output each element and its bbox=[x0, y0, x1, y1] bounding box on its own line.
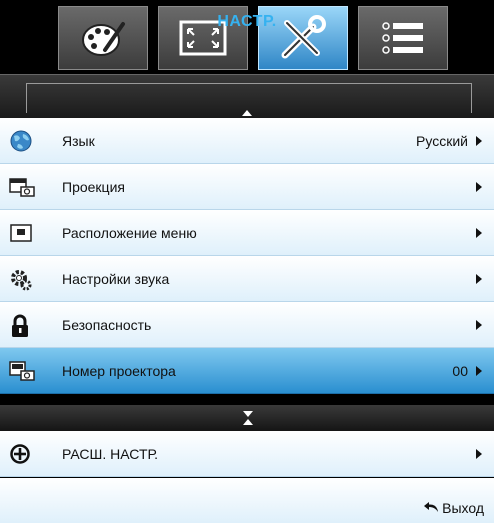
menu-item-value: Русский bbox=[416, 132, 468, 149]
menu-footer: Выход bbox=[0, 478, 494, 523]
lock-icon bbox=[9, 314, 33, 337]
menu-item-language[interactable]: Язык Русский bbox=[0, 118, 494, 164]
scroll-indicator[interactable] bbox=[0, 405, 494, 431]
scroll-up-icon bbox=[242, 110, 252, 116]
chevron-right-icon bbox=[476, 448, 482, 459]
menu-item-security[interactable]: Безопасность bbox=[0, 302, 494, 348]
scroll-up-icon bbox=[243, 419, 253, 425]
scroll-down-icon bbox=[243, 411, 253, 417]
menu-location-icon bbox=[9, 222, 33, 244]
menu-item-label: Расположение меню bbox=[62, 224, 197, 241]
menu-item-audio-settings[interactable]: Настройки звука bbox=[0, 256, 494, 302]
tab-bar bbox=[0, 0, 494, 74]
chevron-right-icon bbox=[476, 365, 482, 376]
menu-item-label: Проекция bbox=[62, 178, 125, 195]
menu-item-value: 00 bbox=[452, 362, 468, 379]
globe-icon bbox=[9, 130, 33, 152]
advanced-section: РАСШ. НАСТР. bbox=[0, 431, 494, 477]
menu-item-label: Язык bbox=[62, 132, 95, 149]
menu-item-label: Безопасность bbox=[62, 316, 152, 333]
page-title: НАСТР. bbox=[217, 13, 277, 30]
settings-menu: Язык Русский Проекция Расположение меню bbox=[0, 118, 494, 394]
menu-item-label: РАСШ. НАСТР. bbox=[62, 445, 159, 462]
chevron-right-icon bbox=[476, 181, 482, 192]
chevron-right-icon bbox=[476, 227, 482, 238]
menu-item-label: Настройки звука bbox=[62, 270, 170, 287]
chevron-right-icon bbox=[476, 319, 482, 330]
menu-item-projection[interactable]: Проекция bbox=[0, 164, 494, 210]
header-frame bbox=[26, 83, 472, 113]
chevron-right-icon bbox=[476, 273, 482, 284]
menu-item-menu-location[interactable]: Расположение меню bbox=[0, 210, 494, 256]
menu-item-projector-id[interactable]: Номер проектора 00 bbox=[0, 348, 494, 394]
menu-item-label: Номер проектора bbox=[62, 362, 176, 379]
return-arrow-icon bbox=[423, 500, 439, 516]
exit-label: Выход bbox=[442, 500, 484, 516]
plus-circle-icon bbox=[9, 443, 33, 465]
projector-id-icon bbox=[9, 360, 35, 382]
chevron-right-icon bbox=[476, 135, 482, 146]
menu-item-advanced[interactable]: РАСШ. НАСТР. bbox=[0, 431, 494, 477]
audio-settings-icon bbox=[9, 268, 33, 291]
exit-button[interactable]: Выход bbox=[423, 500, 484, 516]
projection-icon bbox=[9, 176, 35, 198]
